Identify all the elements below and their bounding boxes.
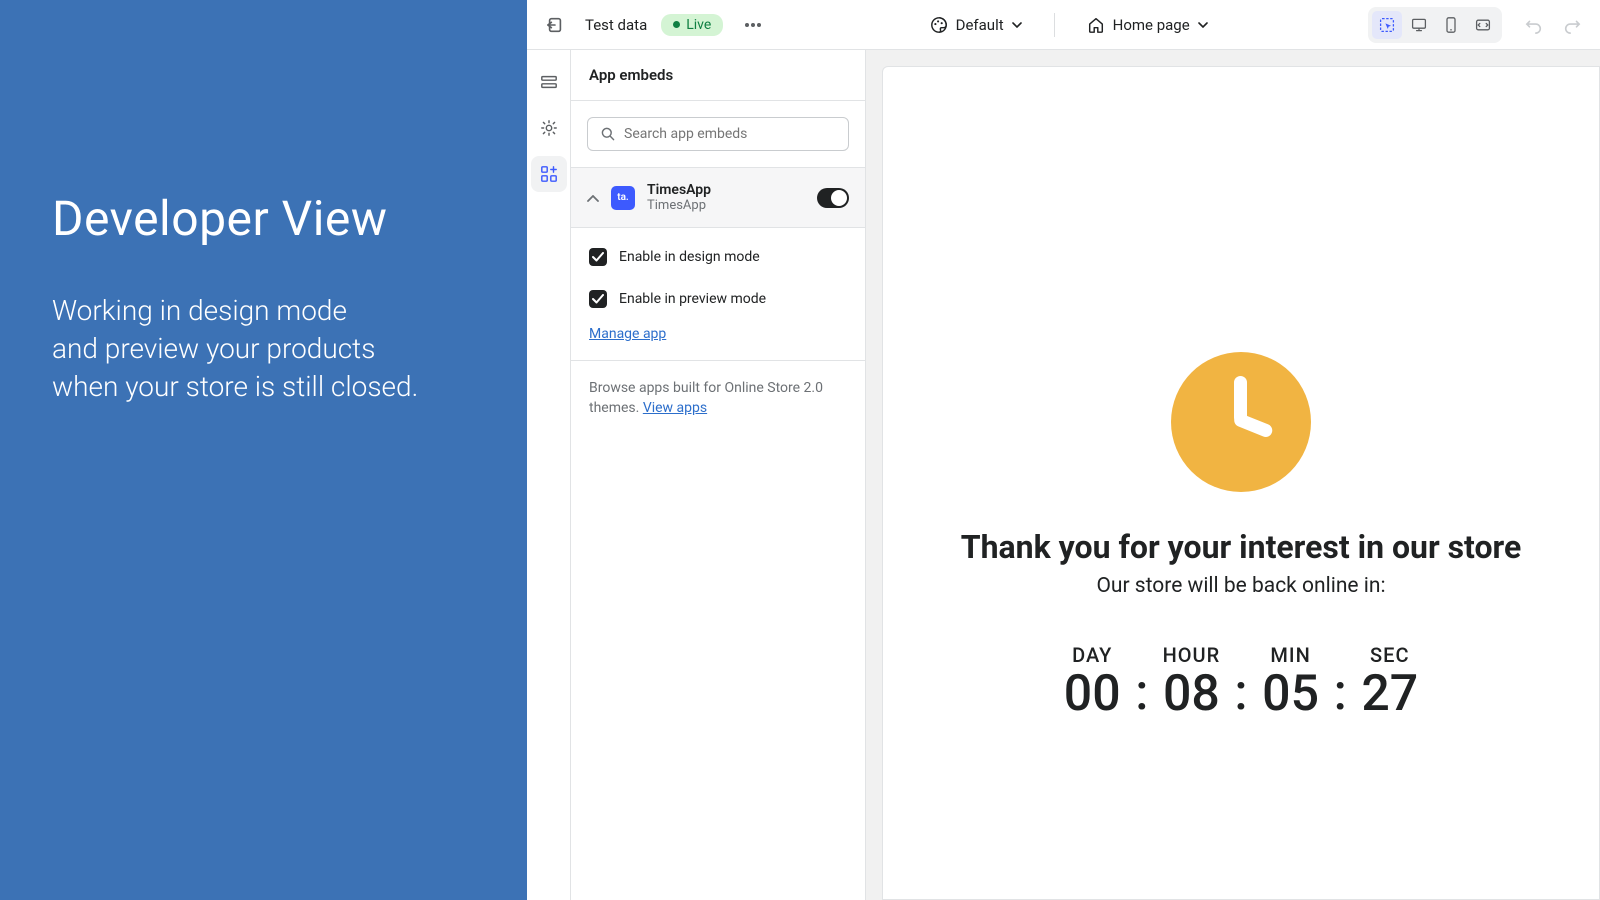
preview-mode-row: Enable in preview mode bbox=[571, 278, 865, 320]
search-icon bbox=[600, 126, 616, 142]
info-panel: Developer View Working in design mode an… bbox=[0, 0, 527, 900]
apps-icon bbox=[540, 165, 558, 183]
count-hour-label: HOUR bbox=[1163, 643, 1221, 667]
count-day-label: DAY bbox=[1072, 643, 1112, 667]
collapse-toggle[interactable] bbox=[587, 188, 599, 207]
count-day-value: 00 bbox=[1064, 669, 1121, 719]
search-box[interactable] bbox=[587, 117, 849, 151]
info-desc-line-2: and preview your products bbox=[52, 330, 475, 368]
redo-button[interactable] bbox=[1556, 9, 1588, 41]
device-group bbox=[1368, 7, 1502, 43]
sections-tab[interactable] bbox=[531, 64, 567, 100]
count-min-value: 05 bbox=[1262, 669, 1319, 719]
design-mode-label: Enable in design mode bbox=[619, 249, 760, 265]
panel-header: App embeds bbox=[571, 50, 865, 101]
chevron-down-icon bbox=[1012, 22, 1022, 28]
redo-icon bbox=[1563, 16, 1581, 34]
info-description: Working in design mode and preview your … bbox=[52, 292, 475, 405]
design-mode-row: Enable in design mode bbox=[571, 236, 865, 278]
countdown: DAY 00 : HOUR 08 : MIN 05 : SEC bbox=[1049, 643, 1433, 719]
mobile-button[interactable] bbox=[1436, 11, 1466, 39]
preview-title: Thank you for your interest in our store bbox=[961, 528, 1521, 566]
app-name: TimesApp bbox=[647, 182, 805, 198]
count-day: DAY 00 bbox=[1049, 643, 1135, 719]
sidebar bbox=[527, 50, 571, 900]
sections-icon bbox=[540, 73, 558, 91]
check-icon bbox=[592, 252, 604, 262]
gear-icon bbox=[540, 119, 558, 137]
settings-tab[interactable] bbox=[531, 110, 567, 146]
topbar-left: Test data Live bbox=[539, 9, 769, 41]
search-wrap bbox=[571, 101, 865, 167]
mobile-icon bbox=[1444, 17, 1458, 33]
app-toggle[interactable] bbox=[817, 188, 849, 208]
undo-button[interactable] bbox=[1518, 9, 1550, 41]
manage-app-wrap: Manage app bbox=[571, 320, 865, 360]
app-settings: Enable in design mode Enable in preview … bbox=[571, 228, 865, 360]
inspector-button[interactable] bbox=[1372, 11, 1402, 39]
count-hour: HOUR 08 bbox=[1148, 643, 1234, 719]
count-sec-value: 27 bbox=[1361, 669, 1418, 719]
more-icon bbox=[744, 23, 762, 27]
preview-subtitle: Our store will be back online in: bbox=[1096, 574, 1385, 598]
design-mode-checkbox[interactable] bbox=[589, 248, 607, 266]
style-selector-label: Default bbox=[956, 16, 1004, 34]
page-selector[interactable]: Home page bbox=[1077, 10, 1218, 40]
app-item: ta. TimesApp TimesApp bbox=[571, 167, 865, 228]
fullwidth-icon bbox=[1475, 17, 1491, 33]
store-title: Test data bbox=[585, 16, 647, 34]
info-desc-line-1: Working in design mode bbox=[52, 292, 475, 330]
search-input[interactable] bbox=[624, 126, 836, 142]
topbar-center: Default Home page bbox=[777, 10, 1360, 40]
more-button[interactable] bbox=[737, 9, 769, 41]
apps-tab[interactable] bbox=[531, 156, 567, 192]
count-min-label: MIN bbox=[1270, 643, 1310, 667]
info-desc-line-3: when your store is still closed. bbox=[52, 368, 475, 406]
view-apps-link[interactable]: View apps bbox=[643, 400, 707, 416]
clock-icon bbox=[1171, 352, 1311, 492]
desktop-icon bbox=[1411, 17, 1427, 33]
check-icon bbox=[592, 294, 604, 304]
app-icon: ta. bbox=[611, 186, 635, 210]
count-sep: : bbox=[1234, 668, 1247, 718]
exit-icon bbox=[546, 16, 564, 34]
preview-area: Thank you for your interest in our store… bbox=[866, 50, 1600, 900]
app-info: TimesApp TimesApp bbox=[647, 182, 805, 213]
count-sep: : bbox=[1334, 668, 1347, 718]
count-min: MIN 05 bbox=[1248, 643, 1334, 719]
preview-frame: Thank you for your interest in our store… bbox=[882, 66, 1600, 900]
chevron-up-icon bbox=[587, 195, 599, 203]
desktop-button[interactable] bbox=[1404, 11, 1434, 39]
clock-hand-hour bbox=[1232, 412, 1274, 439]
browse-text: Browse apps built for Online Store 2.0 t… bbox=[571, 360, 865, 436]
settings-panel: App embeds ta. TimesAp bbox=[571, 50, 866, 900]
count-sec-label: SEC bbox=[1370, 643, 1409, 667]
content-area: App embeds ta. TimesAp bbox=[527, 50, 1600, 900]
live-badge: Live bbox=[661, 14, 723, 36]
chevron-down-icon bbox=[1198, 22, 1208, 28]
exit-button[interactable] bbox=[539, 9, 571, 41]
preview-mode-checkbox[interactable] bbox=[589, 290, 607, 308]
style-selector[interactable]: Default bbox=[920, 10, 1032, 40]
topbar: Test data Live bbox=[527, 0, 1600, 50]
preview-mode-label: Enable in preview mode bbox=[619, 291, 766, 307]
page-selector-label: Home page bbox=[1113, 16, 1190, 34]
topbar-right bbox=[1368, 7, 1588, 43]
home-icon bbox=[1087, 16, 1105, 34]
manage-app-link[interactable]: Manage app bbox=[589, 326, 666, 342]
count-hour-value: 08 bbox=[1163, 669, 1220, 719]
live-label: Live bbox=[686, 17, 711, 33]
app-panel: Test data Live bbox=[527, 0, 1600, 900]
paint-icon bbox=[930, 16, 948, 34]
count-sec: SEC 27 bbox=[1347, 643, 1433, 719]
inspector-icon bbox=[1379, 17, 1395, 33]
app-subtitle: TimesApp bbox=[647, 198, 805, 213]
live-dot-icon bbox=[673, 21, 680, 28]
info-title: Developer View bbox=[52, 190, 475, 247]
fullwidth-button[interactable] bbox=[1468, 11, 1498, 39]
count-sep: : bbox=[1135, 668, 1148, 718]
divider bbox=[1054, 13, 1055, 37]
undo-icon bbox=[1525, 16, 1543, 34]
